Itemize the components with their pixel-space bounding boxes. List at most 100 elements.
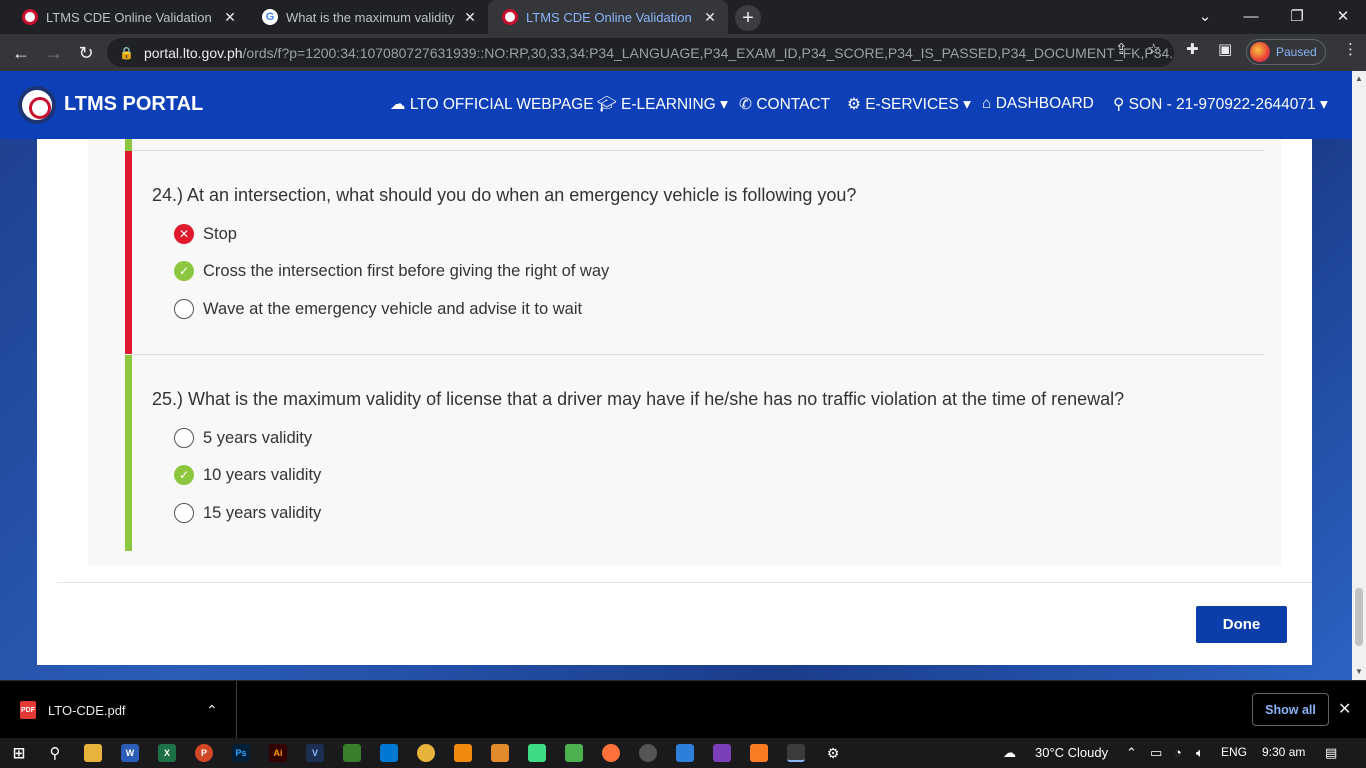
restore-icon[interactable]: ❐ (1274, 0, 1320, 32)
profile-button[interactable]: Paused (1246, 39, 1326, 65)
nav-user-menu[interactable]: ⚲ SON - 21-970922-2644071 ▾ (1113, 95, 1328, 114)
volume-icon[interactable]: 🔈︎ (1196, 745, 1204, 761)
caret-down-icon: ▾ (1319, 96, 1328, 113)
close-tab-icon[interactable]: ✕ (222, 9, 238, 26)
search-icon[interactable]: ⚲ (46, 744, 64, 762)
visio-icon[interactable]: V (306, 744, 324, 762)
side-panel-icon[interactable]: ▣ (1218, 40, 1232, 58)
portal-navbar: LTMS PORTAL ☁ LTO OFFICIAL WEBPAGE 🎓︎ E-… (0, 71, 1352, 139)
weather-text[interactable]: 30°C Cloudy (1035, 745, 1108, 760)
visual-studio-icon[interactable] (713, 744, 731, 762)
tab-search-chevron-icon[interactable]: ⌄ (1182, 0, 1228, 32)
portal-brand[interactable]: LTMS PORTAL (64, 93, 203, 116)
obs-icon[interactable] (639, 744, 657, 762)
android-studio-icon[interactable] (528, 744, 546, 762)
gear-icon: ⚙ (847, 96, 861, 113)
phone-icon: ✆ (739, 96, 752, 113)
radio-empty-icon (174, 299, 194, 319)
clock[interactable]: 9:30 am (1262, 745, 1305, 759)
back-arrow-icon[interactable]: ← (8, 40, 34, 66)
nav-label: CONTACT (756, 96, 831, 113)
nav-label: E-SERVICES (865, 96, 959, 113)
nav-official-webpage[interactable]: ☁ LTO OFFICIAL WEBPAGE (390, 95, 594, 114)
scrollbar-thumb[interactable] (1355, 588, 1363, 646)
close-download-bar-icon[interactable]: ✕ (1338, 699, 1351, 719)
question-status-bar-correct (125, 355, 132, 551)
correct-answer-icon: ✓ (174, 261, 194, 281)
show-all-button[interactable]: Show all (1252, 693, 1329, 726)
nav-dashboard[interactable]: ⌂ DASHBOARD (982, 95, 1094, 113)
chevron-up-icon[interactable]: ⌃ (206, 702, 218, 719)
close-window-icon[interactable]: ✕ (1320, 0, 1366, 32)
tab-title: LTMS CDE Online Validation Exam (46, 9, 216, 25)
tray-chevron-icon[interactable]: ⌃ (1126, 745, 1137, 761)
page-scrollbar[interactable]: ▲ ▼ (1352, 71, 1366, 680)
tab-google-search[interactable]: G What is the maximum validity of ✕ (248, 0, 488, 34)
footer-divider (57, 582, 1312, 583)
photoshop-icon[interactable]: Ps (232, 744, 250, 762)
firefox-icon[interactable] (602, 744, 620, 762)
close-tab-icon[interactable]: ✕ (462, 9, 478, 26)
sublime-icon[interactable] (491, 744, 509, 762)
nav-label: E-LEARNING (621, 96, 716, 113)
chrome-active-icon[interactable] (787, 744, 805, 762)
nav-eservices[interactable]: ⚙ E-SERVICES ▾ (847, 95, 971, 114)
question-status-bar (125, 139, 132, 151)
question-25-option-2[interactable]: ✓ 10 years validity (174, 465, 321, 485)
lto-logo[interactable] (18, 86, 56, 124)
excel-icon[interactable]: X (158, 744, 176, 762)
file-explorer-icon[interactable] (84, 744, 102, 762)
scroll-down-arrow-icon[interactable]: ▼ (1355, 667, 1363, 676)
chrome-alt-icon[interactable] (417, 744, 435, 762)
xampp-icon[interactable] (750, 744, 768, 762)
share-icon[interactable]: ⇪ (1115, 40, 1128, 58)
user-icon: ⚲ (1113, 96, 1125, 113)
wrong-answer-icon: ✕ (174, 224, 194, 244)
powerpoint-icon[interactable]: P (195, 744, 213, 762)
lock-icon: 🔒 (119, 45, 134, 60)
bookmark-star-icon[interactable]: ☆ (1147, 40, 1160, 58)
question-24-option-1[interactable]: ✕ Stop (174, 224, 237, 244)
question-status-bar-wrong (125, 151, 132, 354)
question-divider (132, 150, 1264, 151)
option-label: 10 years validity (203, 465, 322, 484)
nav-contact[interactable]: ✆ CONTACT (739, 95, 830, 114)
language-indicator[interactable]: ENG (1221, 745, 1247, 759)
option-label: Wave at the emergency vehicle and advise… (203, 299, 583, 318)
minimize-icon[interactable]: — (1228, 0, 1274, 32)
settings-gear-icon[interactable]: ⚙ (824, 744, 842, 762)
option-label: 15 years validity (203, 503, 322, 522)
vlc-icon[interactable] (454, 744, 472, 762)
kebab-menu-icon[interactable]: ⋮ (1343, 40, 1358, 58)
url-host: portal.lto.gov.ph (143, 44, 243, 61)
scroll-up-arrow-icon[interactable]: ▲ (1355, 74, 1363, 83)
new-tab-button[interactable]: + (735, 5, 761, 31)
question-25-text: 25.) What is the maximum validity of lic… (152, 389, 1125, 409)
illustrator-icon[interactable]: Ai (269, 744, 287, 762)
windows-start-icon[interactable]: ⊞ (10, 744, 28, 762)
tab-ltms-exam-1[interactable]: LTMS CDE Online Validation Exam ✕ (8, 0, 248, 34)
notifications-icon[interactable]: ▤ (1325, 745, 1337, 761)
battery-icon[interactable]: ▭ (1150, 745, 1162, 761)
tab-ltms-exam-active[interactable]: LTMS CDE Online Validation Exam ✕ (488, 0, 728, 34)
radio-empty-icon (174, 503, 194, 523)
download-bar: PDF LTO-CDE.pdf ⌃ Show all ✕ (0, 680, 1366, 739)
question-24-option-3[interactable]: Wave at the emergency vehicle and advise… (174, 299, 582, 319)
cube-app-icon[interactable] (676, 744, 694, 762)
forward-arrow-icon[interactable]: → (41, 40, 67, 66)
close-tab-icon[interactable]: ✕ (702, 9, 718, 26)
word-icon[interactable]: W (121, 744, 139, 762)
question-24-option-2[interactable]: ✓ Cross the intersection first before giv… (174, 261, 609, 281)
address-bar[interactable]: 🔒 portal.lto.gov.ph/ords/f?p=1200:34:107… (107, 38, 1174, 67)
question-25-option-1[interactable]: 5 years validity (174, 428, 312, 448)
reload-icon[interactable]: ↻ (73, 40, 99, 66)
download-item[interactable]: PDF LTO-CDE.pdf ⌃ (0, 681, 237, 739)
paint-tool-icon[interactable] (343, 744, 361, 762)
vscode-icon[interactable] (380, 744, 398, 762)
app-icon[interactable] (565, 744, 583, 762)
extensions-puzzle-icon[interactable]: ✚ (1186, 40, 1199, 58)
nav-elearning[interactable]: 🎓︎ E-LEARNING ▾ (597, 95, 728, 114)
wifi-icon[interactable]: ◔ (1174, 745, 1182, 760)
done-button[interactable]: Done (1196, 606, 1287, 643)
question-25-option-3[interactable]: 15 years validity (174, 503, 321, 523)
